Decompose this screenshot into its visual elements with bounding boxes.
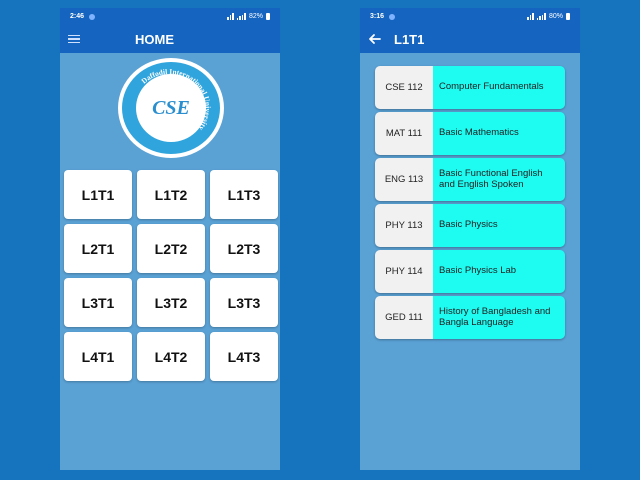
course-name: Basic Functional English and English Spo… <box>433 158 565 201</box>
wifi-icon <box>227 13 234 20</box>
app-bar: L1T1 <box>360 25 580 53</box>
battery-percent: 82% <box>248 13 263 20</box>
logo-inner: CSE <box>136 74 206 142</box>
cse-logo: Daffodil International University CSE <box>118 58 224 158</box>
signal-icon <box>536 13 546 20</box>
term-button-l4t3[interactable]: L4T3 <box>210 332 278 381</box>
course-name: Basic Physics <box>433 204 565 247</box>
course-list: CSE 112 Computer Fundamentals MAT 111 Basic… <box>375 66 565 342</box>
course-code: CSE 112 <box>375 66 433 109</box>
logo-text: CSE <box>152 96 190 119</box>
wifi-icon <box>527 13 534 20</box>
course-code: ENG 113 <box>375 158 433 201</box>
term-button-l4t2[interactable]: L4T2 <box>137 332 205 381</box>
status-bar: 3:16 80% <box>360 8 580 25</box>
page-title: L1T1 <box>394 31 425 47</box>
status-bar: 2:46 82% <box>60 8 280 25</box>
term-button-l1t2[interactable]: L1T2 <box>137 170 205 219</box>
app-bar: HOME <box>60 25 280 53</box>
home-screen: 2:46 82% HOME Daffodil International Uni… <box>60 8 280 470</box>
signal-icon <box>236 13 246 20</box>
battery-percent: 80% <box>548 13 563 20</box>
term-button-l3t2[interactable]: L3T2 <box>137 278 205 327</box>
course-item[interactable]: CSE 112 Computer Fundamentals <box>375 66 565 109</box>
back-arrow-icon[interactable] <box>368 32 382 46</box>
course-screen: 3:16 80% L1T1 CSE 112 Computer Fundamenta… <box>360 8 580 470</box>
course-item[interactable]: ENG 113 Basic Functional English and Engl… <box>375 158 565 201</box>
course-name: History of Bangladesh and Bangla Languag… <box>433 296 565 339</box>
course-item[interactable]: PHY 113 Basic Physics <box>375 204 565 247</box>
course-name: Computer Fundamentals <box>433 66 565 109</box>
course-name: Basic Mathematics <box>433 112 565 155</box>
course-name: Basic Physics Lab <box>433 250 565 293</box>
notification-icon <box>389 13 396 20</box>
course-item[interactable]: GED 111 History of Bangladesh and Bangla … <box>375 296 565 339</box>
course-code: MAT 111 <box>375 112 433 155</box>
term-button-l3t1[interactable]: L3T1 <box>64 278 132 327</box>
term-grid: L1T1 L1T2 L1T3 L2T1 L2T2 L2T3 L3T1 L3T2 L3T3 L4T1… <box>64 170 278 381</box>
course-code: PHY 114 <box>375 250 433 293</box>
course-item[interactable]: MAT 111 Basic Mathematics <box>375 112 565 155</box>
term-button-l1t3[interactable]: L1T3 <box>210 170 278 219</box>
battery-icon <box>566 13 570 20</box>
status-time: 3:16 <box>370 13 385 20</box>
hamburger-menu-icon[interactable] <box>68 34 80 44</box>
course-item[interactable]: PHY 114 Basic Physics Lab <box>375 250 565 293</box>
page-title: HOME <box>135 31 174 47</box>
course-code: GED 111 <box>375 296 433 339</box>
term-button-l2t2[interactable]: L2T2 <box>137 224 205 273</box>
term-button-l3t3[interactable]: L3T3 <box>210 278 278 327</box>
term-button-l2t1[interactable]: L2T1 <box>64 224 132 273</box>
term-button-l1t1[interactable]: L1T1 <box>64 170 132 219</box>
term-button-l4t1[interactable]: L4T1 <box>64 332 132 381</box>
term-button-l2t3[interactable]: L2T3 <box>210 224 278 273</box>
notification-icon <box>89 13 96 20</box>
battery-icon <box>266 13 270 20</box>
course-code: PHY 113 <box>375 204 433 247</box>
status-time: 2:46 <box>70 13 85 20</box>
